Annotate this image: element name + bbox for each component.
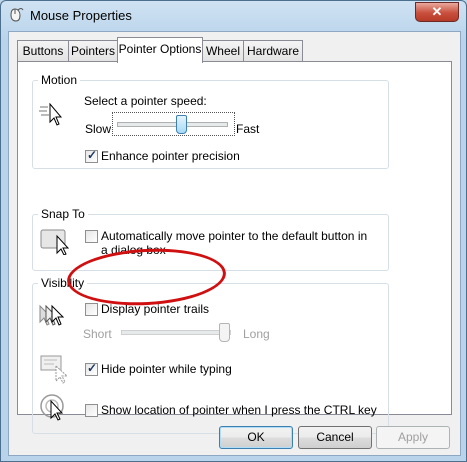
pointer-speed-icon bbox=[39, 103, 63, 126]
tab-buttons[interactable]: Buttons bbox=[17, 40, 69, 61]
pointer-speed-label: Select a pointer speed: bbox=[84, 94, 207, 108]
show-location-checkbox[interactable] bbox=[85, 404, 98, 417]
pointer-speed-slider[interactable] bbox=[112, 112, 235, 136]
pointer-trails-thumb[interactable] bbox=[219, 323, 230, 342]
title-bar[interactable]: Mouse Properties ✕ bbox=[1, 1, 466, 31]
motion-group: Motion Select a pointer speed: Slow Fast… bbox=[32, 73, 389, 169]
pointer-options-panel: Motion Select a pointer speed: Slow Fast… bbox=[17, 61, 452, 434]
snap-to-group-title: Snap To bbox=[38, 207, 88, 221]
tab-pointers[interactable]: Pointers bbox=[68, 40, 118, 61]
visibility-group-title: Visibility bbox=[38, 276, 88, 290]
visibility-group: Visibility Display pointer trails Short … bbox=[32, 276, 389, 434]
dialog-client-area: Buttons Pointers Pointer Options Wheel H… bbox=[8, 31, 461, 456]
snap-to-label[interactable]: Automatically move pointer to the defaul… bbox=[101, 229, 371, 257]
ok-button[interactable]: OK bbox=[219, 426, 293, 449]
hide-pointer-label[interactable]: Hide pointer while typing bbox=[101, 362, 232, 376]
motion-group-title: Motion bbox=[38, 73, 81, 87]
apply-button[interactable]: Apply bbox=[376, 426, 450, 449]
tab-hardware[interactable]: Hardware bbox=[243, 40, 303, 61]
enhance-precision-checkbox[interactable] bbox=[85, 148, 98, 163]
slow-label: Slow bbox=[85, 122, 112, 136]
mouse-properties-window: Mouse Properties ✕ Buttons Pointers Poin… bbox=[0, 0, 467, 462]
mouse-icon bbox=[10, 8, 24, 22]
pointer-speed-thumb[interactable] bbox=[176, 115, 188, 134]
pointer-trails-label[interactable]: Display pointer trails bbox=[101, 302, 209, 316]
tab-pointer-options[interactable]: Pointer Options bbox=[117, 37, 203, 63]
pointer-trails-icon bbox=[39, 304, 65, 326]
short-label: Short bbox=[83, 327, 112, 341]
snap-to-checkbox[interactable] bbox=[85, 230, 98, 243]
pointer-trails-slider[interactable] bbox=[119, 321, 237, 343]
close-button[interactable]: ✕ bbox=[415, 2, 459, 22]
tab-wheel[interactable]: Wheel bbox=[202, 40, 244, 61]
snap-to-button-icon bbox=[40, 229, 70, 255]
show-location-label[interactable]: Show location of pointer when I press th… bbox=[101, 403, 377, 417]
window-title: Mouse Properties bbox=[30, 8, 132, 23]
long-label: Long bbox=[243, 327, 270, 341]
hide-pointer-checkbox[interactable] bbox=[85, 361, 98, 376]
hide-pointer-icon bbox=[40, 355, 69, 384]
pointer-speed-track bbox=[117, 122, 228, 127]
fast-label: Fast bbox=[236, 122, 260, 136]
pointer-trails-checkbox[interactable] bbox=[85, 303, 98, 316]
cancel-button[interactable]: Cancel bbox=[298, 426, 372, 449]
show-location-icon bbox=[40, 394, 64, 421]
enhance-precision-label[interactable]: Enhance pointer precision bbox=[101, 149, 240, 163]
pointer-trails-track bbox=[121, 330, 231, 335]
snap-to-group: Snap To Automatically move pointer to th… bbox=[32, 207, 389, 271]
